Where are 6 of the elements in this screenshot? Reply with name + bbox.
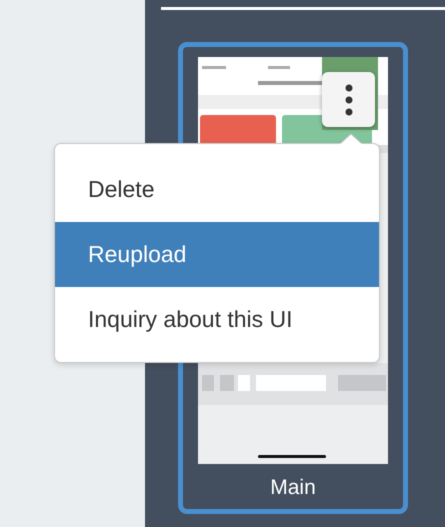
menu-item[interactable]: Inquiry about this UI (55, 287, 379, 352)
menu-item[interactable]: Delete (55, 157, 379, 222)
screen-label: Main (270, 476, 316, 500)
more-button[interactable] (322, 72, 375, 127)
kebab-icon (344, 84, 352, 116)
menu-item[interactable]: Reupload (55, 222, 379, 287)
